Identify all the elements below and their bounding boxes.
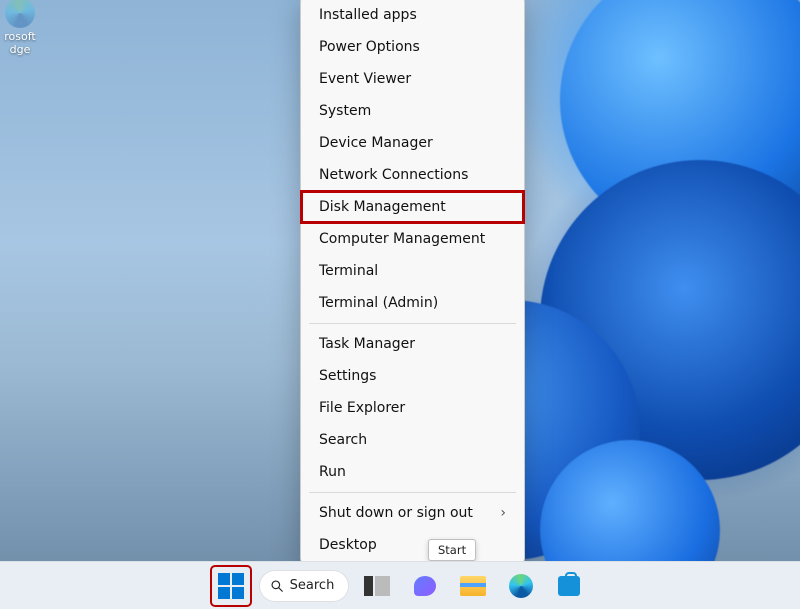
desktop-icon-edge[interactable]: rosoft dge <box>0 0 50 56</box>
start-button[interactable] <box>211 566 251 606</box>
edge-button[interactable] <box>501 566 541 606</box>
winx-item-network-connections[interactable]: Network Connections <box>301 159 524 191</box>
winx-item-terminal-admin[interactable]: Terminal (Admin) <box>301 287 524 319</box>
winx-item-device-manager[interactable]: Device Manager <box>301 127 524 159</box>
start-tooltip: Start <box>428 539 476 561</box>
winx-item-shut-down-or-sign-out[interactable]: Shut down or sign out <box>301 497 524 529</box>
winx-item-file-explorer[interactable]: File Explorer <box>301 392 524 424</box>
menu-separator <box>309 323 516 324</box>
edge-icon <box>5 0 35 28</box>
task-view-button[interactable] <box>357 566 397 606</box>
store-button[interactable] <box>549 566 589 606</box>
file-explorer-button[interactable] <box>453 566 493 606</box>
desktop-icon-label: rosoft dge <box>0 30 50 56</box>
winx-item-search[interactable]: Search <box>301 424 524 456</box>
search-label: Search <box>290 578 335 593</box>
edge-icon <box>509 574 533 598</box>
winx-item-system[interactable]: System <box>301 95 524 127</box>
chat-icon <box>414 576 436 596</box>
winx-item-terminal[interactable]: Terminal <box>301 255 524 287</box>
winx-item-desktop[interactable]: Desktop <box>301 529 524 561</box>
winx-item-installed-apps[interactable]: Installed apps <box>301 0 524 31</box>
winx-item-event-viewer[interactable]: Event Viewer <box>301 63 524 95</box>
chat-button[interactable] <box>405 566 445 606</box>
search-icon <box>270 579 284 593</box>
folder-icon <box>460 576 486 596</box>
menu-separator <box>309 492 516 493</box>
winx-item-settings[interactable]: Settings <box>301 360 524 392</box>
task-view-icon <box>364 576 390 596</box>
winx-item-power-options[interactable]: Power Options <box>301 31 524 63</box>
taskbar-search[interactable]: Search <box>259 570 350 602</box>
winx-item-computer-management[interactable]: Computer Management <box>301 223 524 255</box>
winx-item-run[interactable]: Run <box>301 456 524 488</box>
winx-item-disk-management[interactable]: Disk Management <box>301 191 524 223</box>
store-icon <box>558 576 580 596</box>
windows-logo-icon <box>218 573 244 599</box>
winx-context-menu: Installed appsPower OptionsEvent ViewerS… <box>300 0 525 566</box>
desktop[interactable]: rosoft dge Installed appsPower OptionsEv… <box>0 0 800 609</box>
winx-item-task-manager[interactable]: Task Manager <box>301 328 524 360</box>
taskbar: Search <box>0 561 800 609</box>
